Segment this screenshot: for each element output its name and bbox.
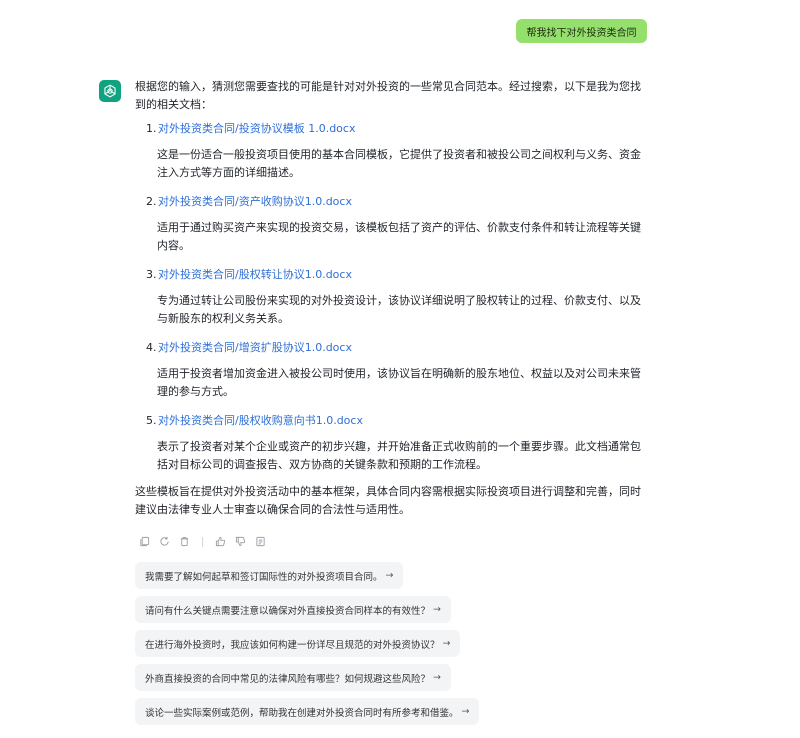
thumbs-up-icon[interactable] <box>215 536 226 547</box>
user-message-text: 帮我找下对外投资类合同 <box>526 27 637 39</box>
suggestion-chip[interactable]: 在进行海外投资时，我应该如何构建一份详尽且规范的对外投资协议？ → <box>135 630 461 657</box>
document-number: 1. <box>146 122 157 135</box>
document-link[interactable]: 对外投资类合同/资产收购协议1.0.docx <box>158 193 352 211</box>
document-link[interactable]: 对外投资类合同/增资扩股协议1.0.docx <box>158 339 352 357</box>
document-description: 这是一份适合一般投资项目使用的基本合同模板，它提供了投资者和被投公司之间权利与义… <box>157 148 641 179</box>
suggestion-text: 外商直接投资的合同中常见的法律风险有哪些？如何规避这些风险？ <box>145 673 431 685</box>
answer-outro: 这些模板旨在提供对外投资活动中的基本框架，具体合同内容需根据实际投资项目进行调整… <box>135 485 641 516</box>
document-item: 1. 对外投资类合同/投资协议模板 1.0.docx 这是一份适合一般投资项目使用… <box>135 120 650 182</box>
arrow-right-icon: → <box>442 638 451 649</box>
document-link[interactable]: 对外投资类合同/股权收购意向书1.0.docx <box>158 412 363 430</box>
answer-intro: 根据您的输入，猜测您需要查找的可能是针对对外投资的一些常见合同范本。经过搜索，以… <box>135 80 641 111</box>
suggestion-text: 请问有什么关键点需要注意以确保对外直接投资合同样本的有效性？ <box>145 605 431 617</box>
document-list: 1. 对外投资类合同/投资协议模板 1.0.docx 这是一份适合一般投资项目使用… <box>135 120 650 474</box>
note-icon[interactable] <box>255 536 266 547</box>
suggestion-chip[interactable]: 外商直接投资的合同中常见的法律风险有哪些？如何规避这些风险？ → <box>135 664 451 691</box>
suggestion-text: 在进行海外投资时，我应该如何构建一份详尽且规范的对外投资协议？ <box>145 639 440 651</box>
arrow-right-icon: → <box>385 570 394 581</box>
document-item: 4. 对外投资类合同/增资扩股协议1.0.docx 适用于投资者增加资金进入被投公… <box>135 339 650 401</box>
document-description: 专为通过转让公司股份来实现的对外投资设计，该协议详细说明了股权转让的过程、价款支… <box>157 294 641 325</box>
suggestion-chip[interactable]: 请问有什么关键点需要注意以确保对外直接投资合同样本的有效性？ → <box>135 596 451 623</box>
arrow-right-icon: → <box>433 604 441 615</box>
delete-icon[interactable] <box>179 536 190 547</box>
document-number: 5. <box>146 414 157 427</box>
assistant-avatar <box>99 80 121 102</box>
assistant-answer: 根据您的输入，猜测您需要查找的可能是针对对外投资的一些常见合同范本。经过搜索，以… <box>135 78 650 530</box>
document-item: 3. 对外投资类合同/股权转让协议1.0.docx 专为通过转让公司股份来实现的对… <box>135 266 650 328</box>
user-message-bubble: 帮我找下对外投资类合同 <box>516 19 647 43</box>
document-number: 2. <box>146 195 157 208</box>
thumbs-down-icon[interactable] <box>235 536 246 547</box>
arrow-right-icon: → <box>433 672 441 683</box>
message-action-bar <box>139 536 266 547</box>
openai-logo-icon <box>104 84 116 98</box>
action-divider <box>202 536 203 547</box>
document-description: 适用于通过购买资产来实现的投资交易，该模板包括了资产的评估、价款支付条件和转让流… <box>157 221 641 252</box>
regenerate-icon[interactable] <box>159 536 170 547</box>
document-link[interactable]: 对外投资类合同/投资协议模板 1.0.docx <box>158 120 355 138</box>
suggestion-chip[interactable]: 谈论一些实际案例或范例，帮助我在创建对外投资合同时有所参考和借鉴。 → <box>135 698 480 725</box>
document-link[interactable]: 对外投资类合同/股权转让协议1.0.docx <box>158 266 352 284</box>
document-item: 5. 对外投资类合同/股权收购意向书1.0.docx 表示了投资者对某个企业或资产… <box>135 412 650 474</box>
copy-icon[interactable] <box>139 536 150 547</box>
suggestion-list: 我需要了解如何起草和签订国际性的对外投资项目合同。 → 请问有什么关键点需要注意以… <box>135 562 480 732</box>
document-number: 3. <box>146 268 157 281</box>
document-description: 表示了投资者对某个企业或资产的初步兴趣，并开始准备正式收购前的一个重要步骤。此文… <box>157 440 641 471</box>
document-number: 4. <box>146 341 157 354</box>
suggestion-text: 我需要了解如何起草和签订国际性的对外投资项目合同。 <box>145 571 383 583</box>
arrow-right-icon: → <box>461 706 470 717</box>
suggestion-text: 谈论一些实际案例或范例，帮助我在创建对外投资合同时有所参考和借鉴。 <box>145 707 459 719</box>
document-description: 适用于投资者增加资金进入被投公司时使用，该协议旨在明确新的股东地位、权益以及对公… <box>157 367 641 398</box>
document-item: 2. 对外投资类合同/资产收购协议1.0.docx 适用于通过购买资产来实现的投资… <box>135 193 650 255</box>
suggestion-chip[interactable]: 我需要了解如何起草和签订国际性的对外投资项目合同。 → <box>135 562 404 589</box>
